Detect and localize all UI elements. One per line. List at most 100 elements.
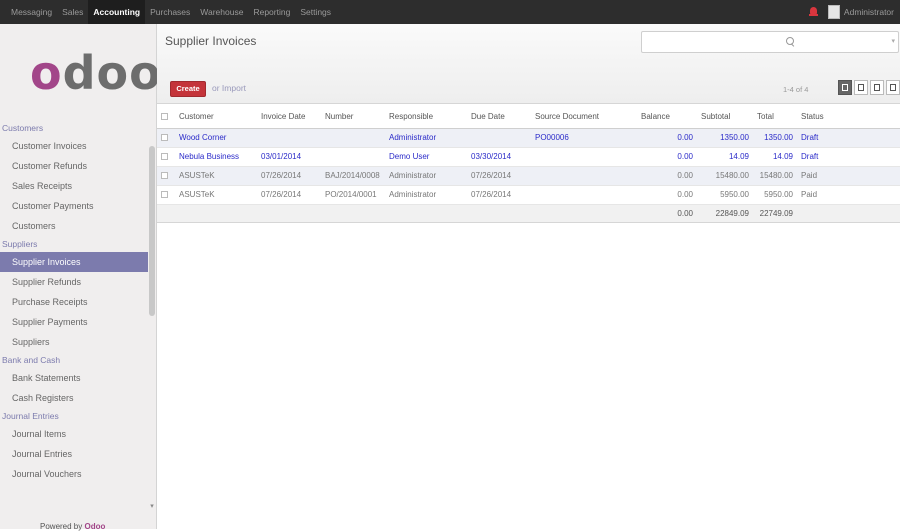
notification-icon[interactable] [808, 7, 818, 17]
column-status[interactable]: Status [797, 105, 900, 129]
sidebar-item-journal-entries[interactable]: Journal Entries [0, 444, 148, 464]
avatar[interactable] [827, 5, 840, 19]
cell-customer: ASUSTeK [175, 185, 257, 205]
sidebar-item-suppliers[interactable]: Suppliers [0, 332, 148, 352]
cell-invoice-date [257, 128, 321, 148]
scroll-down-icon[interactable]: ▾ [148, 502, 156, 510]
cell-customer: Nebula Business [175, 147, 257, 167]
cell-status: Paid [797, 166, 900, 186]
menu-sales[interactable]: Sales [57, 0, 88, 24]
sidebar-item-supplier-refunds[interactable]: Supplier Refunds [0, 272, 148, 292]
menu-warehouse[interactable]: Warehouse [195, 0, 248, 24]
table-row[interactable]: ASUSTeK 07/26/2014 PO/2014/0001 Administ… [157, 185, 900, 205]
form-view-icon [858, 84, 864, 91]
cell-responsible: Demo User [385, 147, 467, 167]
table-row[interactable]: Wood Corner Administrator PO00006 0.00 1… [157, 128, 900, 148]
page-title: Supplier Invoices [165, 34, 257, 48]
create-button[interactable]: Create [170, 81, 206, 97]
search-box[interactable]: ▾ [641, 31, 899, 53]
search-input[interactable] [646, 33, 866, 51]
cell-invoice-date: 07/26/2014 [257, 185, 321, 205]
column-number[interactable]: Number [321, 105, 385, 129]
sidebar-item-journal-items[interactable]: Journal Items [0, 424, 148, 444]
cell-due-date: 07/26/2014 [467, 166, 531, 186]
sidebar-item-customer-refunds[interactable]: Customer Refunds [0, 156, 148, 176]
search-icon[interactable] [786, 37, 795, 46]
column-subtotal[interactable]: Subtotal [697, 105, 753, 129]
sidebar: odoo Customers Customer Invoices Custome… [0, 24, 161, 531]
sidebar-item-customers[interactable]: Customers [0, 216, 148, 236]
column-due-date[interactable]: Due Date [467, 105, 531, 129]
cell-source-document [531, 166, 637, 186]
calendar-view-icon [874, 84, 880, 91]
cell-responsible: Administrator [385, 128, 467, 148]
sidebar-item-purchase-receipts[interactable]: Purchase Receipts [0, 292, 148, 312]
graph-view-icon [890, 84, 896, 91]
select-all-checkbox[interactable] [157, 105, 175, 129]
graph-view-button[interactable] [886, 80, 900, 95]
sidebar-item-supplier-payments[interactable]: Supplier Payments [0, 312, 148, 332]
sidebar-scroll-thumb[interactable] [149, 146, 155, 316]
form-view-button[interactable] [854, 80, 868, 95]
sidebar-item-bank-statements[interactable]: Bank Statements [0, 368, 148, 388]
column-customer[interactable]: Customer [175, 105, 257, 129]
sidebar-section-bank-cash: Bank and Cash [2, 355, 61, 365]
column-balance[interactable]: Balance [637, 105, 697, 129]
cell-number: PO/2014/0001 [321, 185, 385, 205]
search-options-icon[interactable]: ▾ [891, 37, 895, 45]
sidebar-item-cash-registers[interactable]: Cash Registers [0, 388, 148, 408]
calendar-view-button[interactable] [870, 80, 884, 95]
view-switcher [838, 80, 900, 95]
cell-responsible: Administrator [385, 166, 467, 186]
sidebar-item-journal-vouchers[interactable]: Journal Vouchers [0, 464, 148, 484]
cell-total: 1350.00 [753, 128, 797, 148]
cell-balance: 0.00 [637, 166, 697, 186]
powered-by[interactable]: Powered by Odoo [40, 522, 105, 531]
menu-reporting[interactable]: Reporting [248, 0, 295, 24]
import-link[interactable]: or Import [212, 83, 246, 93]
cell-customer: ASUSTeK [175, 166, 257, 186]
cell-source-document: PO00006 [531, 128, 637, 148]
control-panel: Supplier Invoices ▾ Create or Import 1-4… [157, 24, 900, 104]
sidebar-item-sales-receipts[interactable]: Sales Receipts [0, 176, 148, 196]
row-checkbox[interactable] [157, 185, 175, 205]
row-checkbox[interactable] [157, 166, 175, 186]
menu-settings[interactable]: Settings [295, 0, 336, 24]
sidebar-item-customer-payments[interactable]: Customer Payments [0, 196, 148, 216]
cell-subtotal: 14.09 [697, 147, 753, 167]
cell-status: Draft [797, 147, 900, 167]
powered-by-prefix: Powered by [40, 522, 83, 531]
powered-by-brand: Odoo [84, 522, 106, 531]
sidebar-scrollbar[interactable] [148, 120, 156, 500]
user-menu[interactable]: Administrator [844, 7, 894, 17]
table-row[interactable]: Nebula Business 03/01/2014 Demo User 03/… [157, 147, 900, 167]
sidebar-section-suppliers: Suppliers [2, 239, 38, 249]
cell-invoice-date: 07/26/2014 [257, 166, 321, 186]
column-source-document[interactable]: Source Document [531, 105, 637, 129]
top-bar: Messaging Sales Accounting Purchases War… [0, 0, 900, 24]
cell-balance: 0.00 [637, 128, 697, 148]
cell-responsible: Administrator [385, 185, 467, 205]
column-total[interactable]: Total [753, 105, 797, 129]
list-view-button[interactable] [838, 80, 852, 95]
sidebar-item-supplier-invoices[interactable]: Supplier Invoices [0, 252, 148, 272]
menu-purchases[interactable]: Purchases [145, 0, 195, 24]
sidebar-item-customer-invoices[interactable]: Customer Invoices [0, 136, 148, 156]
column-responsible[interactable]: Responsible [385, 105, 467, 129]
table-row[interactable]: ASUSTeK 07/26/2014 BAJ/2014/0008 Adminis… [157, 166, 900, 186]
column-invoice-date[interactable]: Invoice Date [257, 105, 321, 129]
menu-messaging[interactable]: Messaging [6, 0, 57, 24]
pager[interactable]: 1-4 of 4 [783, 85, 808, 94]
total-total: 22749.09 [753, 203, 797, 223]
cell-subtotal: 15480.00 [697, 166, 753, 186]
menu-accounting[interactable]: Accounting [88, 0, 146, 24]
cell-subtotal: 5950.00 [697, 185, 753, 205]
row-checkbox[interactable] [157, 147, 175, 167]
cell-status: Paid [797, 185, 900, 205]
row-checkbox[interactable] [157, 128, 175, 148]
sidebar-section-journal-entries: Journal Entries [2, 411, 59, 421]
total-subtotal: 22849.09 [697, 203, 753, 223]
cell-balance: 0.00 [637, 185, 697, 205]
odoo-logo[interactable]: odoo [30, 50, 162, 96]
cell-source-document [531, 147, 637, 167]
